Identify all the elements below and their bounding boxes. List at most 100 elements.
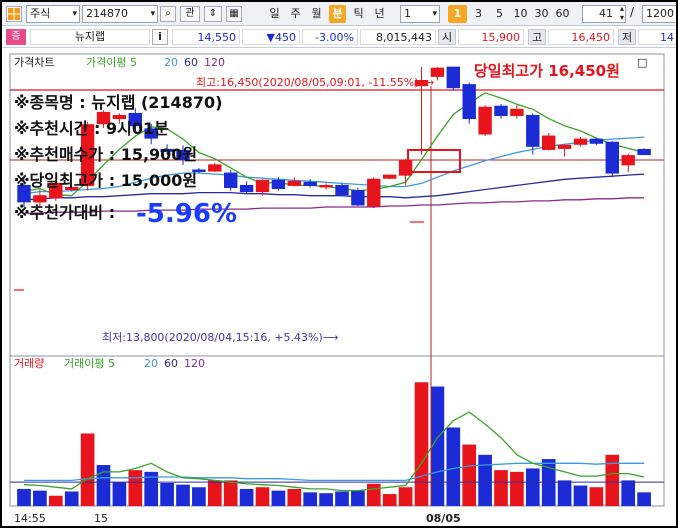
total-input[interactable]: 1200 <box>642 5 676 23</box>
grid-icon: ▦ <box>229 8 239 19</box>
volume-bar <box>128 470 143 506</box>
volume-bar <box>207 480 222 506</box>
period-tab-1[interactable]: 주 <box>287 5 304 23</box>
period-tab-0[interactable]: 일 <box>266 5 283 23</box>
spinner-icon: ▴ ▾ <box>619 5 624 22</box>
period-tab-3[interactable]: 분 <box>329 5 346 23</box>
change-percent: -3.00% <box>302 29 358 45</box>
volume-bar <box>287 488 302 506</box>
count-value: 41 <box>599 7 613 20</box>
minute-button-3[interactable]: 3 <box>469 5 488 23</box>
minute-button-10[interactable]: 10 <box>511 5 530 23</box>
compare-value: -5.96% <box>136 199 237 229</box>
candle-body <box>33 195 47 203</box>
candle-body <box>255 179 270 193</box>
x-label-1: 15 <box>94 512 108 525</box>
volume-bar <box>255 487 270 506</box>
chevron-down-icon: ▾ <box>150 9 155 19</box>
volume-bar <box>303 492 318 506</box>
period-tab-5[interactable]: 년 <box>371 5 388 23</box>
candle-body <box>367 178 381 207</box>
related-button[interactable]: 관 <box>180 6 200 22</box>
candle-body <box>303 181 317 186</box>
volume-bar <box>621 480 636 506</box>
low-value: 14 <box>638 29 676 45</box>
info-line-3: ※당일최고가 : 15,000원 <box>14 171 197 190</box>
volume-bar <box>64 491 79 506</box>
volume-ma-120: 120 <box>184 357 205 370</box>
minute-button-1[interactable]: 1 <box>448 5 467 23</box>
x-label-2: 08/05 <box>426 512 461 525</box>
grid-icon <box>8 8 20 20</box>
quote-bar: 증 뉴지랩 i 14,550 ▼450 -3.00% 8,015,443 시 1… <box>2 26 676 48</box>
volume-bar <box>478 454 492 506</box>
volume-bar <box>462 444 477 506</box>
interval-select[interactable]: 1 ▾ <box>400 5 440 23</box>
volume-bar <box>494 470 508 506</box>
open-label: 시 <box>438 29 456 45</box>
volume-bar <box>589 487 604 506</box>
candle-body <box>223 172 238 188</box>
volume-bar <box>80 433 95 506</box>
candle-body <box>510 108 524 116</box>
price-change: ▼450 <box>242 29 300 45</box>
info-button[interactable]: i <box>152 29 168 45</box>
volume-bar <box>557 480 572 506</box>
chart-area[interactable]: 가격차트 가격이평 5 20 60 120 □ 당일최고가 16,450원최고:16,450… <box>2 50 676 526</box>
price-ma-label: 가격이평 5 <box>86 56 137 69</box>
volume-bar <box>351 490 365 506</box>
total-value: 1200 <box>646 7 674 20</box>
stepper-button[interactable]: ⇕ <box>204 6 222 22</box>
minute-button-30[interactable]: 30 <box>532 5 551 23</box>
high-marker: 최고:16,450(2020/08/05,09:01, -11.55%)⟶ <box>196 76 435 89</box>
code-input[interactable]: 214870 ▾ <box>82 5 158 23</box>
stock-name: 뉴지랩 <box>30 29 150 45</box>
volume-bar <box>510 471 524 506</box>
minute-button-5[interactable]: 5 <box>490 5 509 23</box>
high-value: 16,450 <box>548 29 614 45</box>
volume-bar <box>573 485 588 506</box>
candle-body <box>462 84 476 120</box>
period-tab-4[interactable]: 틱 <box>350 5 367 23</box>
orange-grid-icon[interactable] <box>6 6 22 22</box>
price-ma-120: 120 <box>204 56 225 69</box>
info-line-0: ※종목명 : 뉴지랩 (214870) <box>14 93 222 112</box>
search-button[interactable]: ⌕ <box>160 6 176 22</box>
interval-value: 1 <box>404 7 411 20</box>
candle-body <box>239 184 254 193</box>
candle-body <box>271 179 286 190</box>
candle-body <box>335 184 349 196</box>
volume-bar <box>112 482 127 506</box>
candle-body <box>541 135 556 150</box>
volume-bar <box>96 465 111 506</box>
chart-window: 주식 ▾ 214870 ▾ ⌕ 관 ⇕ ▦ 일주월분틱년 1 ▾ 1 3 5 10 30 60 … <box>2 2 676 526</box>
volume-bar <box>382 494 397 506</box>
candle-body <box>351 190 365 206</box>
current-price: 14,550 <box>172 29 240 45</box>
candle-body <box>287 180 302 186</box>
search-icon: ⌕ <box>165 8 171 19</box>
volume-ma-60: 60 <box>164 357 178 370</box>
volume-bar <box>33 490 47 506</box>
toolbar: 주식 ▾ 214870 ▾ ⌕ 관 ⇕ ▦ 일주월분틱년 1 ▾ 1 3 5 10 30 60 … <box>2 2 676 26</box>
compare-label: ※추천가대비 : <box>14 203 115 222</box>
low-label: 저 <box>618 29 636 45</box>
slash-label: / <box>630 5 635 19</box>
count-input[interactable]: 41 ▴ ▾ <box>582 5 626 23</box>
volume-bar <box>176 484 190 506</box>
minute-button-60[interactable]: 60 <box>553 5 572 23</box>
candle-body <box>526 114 540 147</box>
volume-ma-label: 거래이평 5 <box>64 357 115 370</box>
volume-bar <box>605 454 620 506</box>
market-select[interactable]: 주식 ▾ <box>26 5 80 23</box>
zoom-icon: □ <box>637 56 647 69</box>
period-tab-2[interactable]: 월 <box>308 5 325 23</box>
info-line-2: ※추천매수가 : 15,900원 <box>14 145 197 164</box>
grid-button[interactable]: ▦ <box>226 6 242 22</box>
candle-body <box>573 138 588 145</box>
candle-body <box>446 66 461 89</box>
candle-body <box>208 164 222 172</box>
price-legend-title: 가격차트 <box>14 56 54 69</box>
info-line-1: ※추천시간 : 9시01분 <box>14 119 169 138</box>
price-ma-60: 60 <box>184 56 198 69</box>
